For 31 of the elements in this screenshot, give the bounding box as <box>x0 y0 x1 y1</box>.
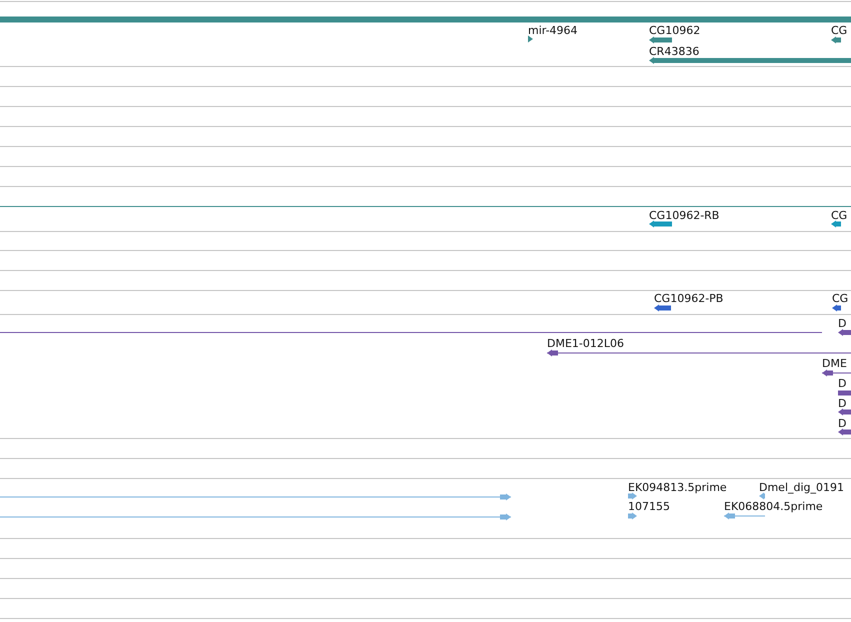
feature-arrow-icon[interactable] <box>838 329 851 336</box>
feature-label[interactable]: CG10962-PB <box>654 292 724 305</box>
feature-label[interactable]: CG <box>831 24 848 37</box>
feature-arrow-icon[interactable] <box>838 408 851 416</box>
feature-arrow-icon[interactable] <box>528 36 533 42</box>
feature-label[interactable]: EK094813.5prime <box>628 481 727 494</box>
feature-arrow-icon[interactable] <box>654 304 671 312</box>
feature-arrow-icon[interactable] <box>649 220 672 228</box>
feature-label[interactable]: mir-4964 <box>528 24 578 37</box>
feature-arrow-icon[interactable] <box>649 36 672 44</box>
feature-label[interactable]: CG <box>831 209 848 222</box>
feature-label[interactable]: CG10962-RB <box>649 209 720 222</box>
feature-label[interactable]: EK068804.5prime <box>724 500 823 513</box>
feature-label[interactable]: DME1-012L06 <box>547 337 624 350</box>
feature-label[interactable]: D <box>838 317 846 330</box>
feature-arrow-icon[interactable] <box>838 428 851 436</box>
feature-label[interactable]: D <box>838 377 846 390</box>
feature-label[interactable]: D <box>838 397 846 410</box>
feature-label[interactable]: CG <box>832 292 848 305</box>
feature-arrow-icon[interactable] <box>822 370 851 376</box>
feature-label[interactable]: D <box>838 417 846 430</box>
feature-label[interactable]: CG10962 <box>649 24 700 37</box>
feature-arrow-icon[interactable] <box>832 304 841 312</box>
feature-label[interactable]: 107155 <box>628 500 670 513</box>
feature-arrow-icon[interactable] <box>546 350 851 356</box>
feature-arrow-icon[interactable] <box>649 57 851 64</box>
feature-label[interactable]: CR43836 <box>649 45 700 58</box>
feature-label[interactable]: Dmel_dig_0191 <box>759 481 844 494</box>
feature-label[interactable]: DME <box>822 357 847 370</box>
feature-arrow-icon[interactable] <box>831 220 841 228</box>
feature-arrow-icon[interactable] <box>831 36 841 44</box>
